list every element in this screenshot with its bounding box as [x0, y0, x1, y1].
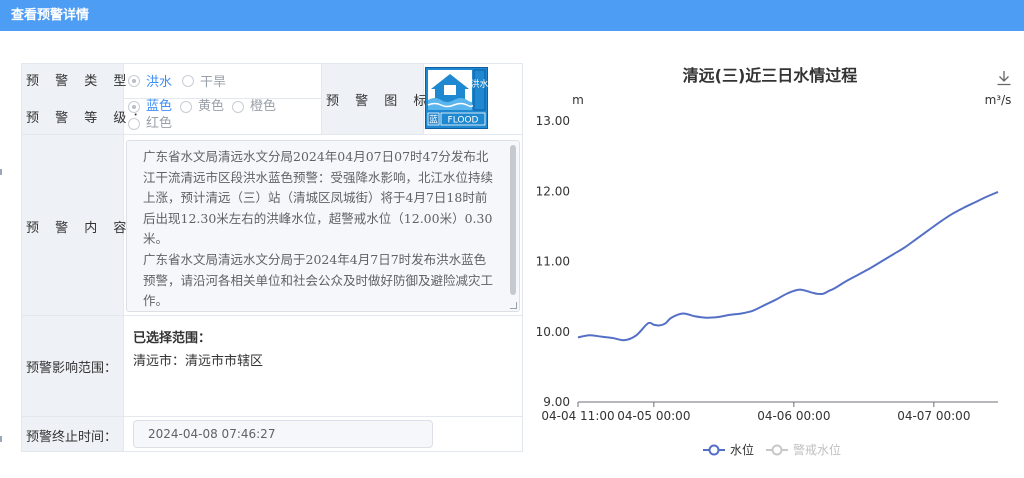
radio-icon	[232, 100, 245, 113]
radio-icon	[128, 117, 140, 130]
warning-content-textarea[interactable]: 广东省水文局清远水文分局2024年04月07日07时47分发布北江干流清远市区段…	[126, 140, 520, 312]
flood-warning-icon: 洪水 蓝 FLOOD	[425, 67, 489, 129]
row-divider	[22, 315, 522, 316]
scope-value: 清远市：清远市市辖区	[133, 354, 264, 369]
legend-label-water-level: 水位	[730, 442, 754, 457]
legend-marker-water-level	[708, 444, 720, 456]
type-option-label: 干旱	[200, 75, 227, 90]
scope-label: 预警影响范围：	[26, 361, 118, 376]
y-tick-label: 10.00	[536, 325, 570, 339]
x-tick-label: 04-06 00:00	[757, 409, 830, 423]
y-tick-label: 13.00	[536, 114, 570, 128]
radio-icon	[180, 100, 193, 113]
radio-icon	[182, 74, 195, 87]
row-divider	[22, 134, 522, 135]
end-time-input[interactable]: 2024-04-08 07:46:27	[133, 420, 433, 448]
level-option-label: 黄色	[198, 99, 225, 114]
window-title: 查看预警详情	[0, 0, 1024, 31]
y2-axis-unit-label: m³/s	[985, 93, 1012, 107]
icon-text-level: 蓝	[429, 114, 438, 126]
x-tick-label: 04-04 11:00	[541, 409, 614, 423]
level-radio-yellow[interactable]: 黄色	[180, 98, 224, 115]
edge-tick	[0, 436, 2, 442]
y-axis-unit-label: m	[572, 93, 584, 107]
radio-icon	[128, 100, 140, 113]
level-radio-blue[interactable]: 蓝色	[128, 98, 172, 115]
icon-text-flood-cn: 洪水	[470, 78, 488, 90]
type-option-label: 洪水	[146, 75, 173, 90]
series-line-water-level	[577, 191, 999, 342]
type-radio-drought[interactable]: 干旱	[182, 71, 226, 90]
level-radio-group: 蓝色 黄色 橙色 红色	[128, 98, 323, 132]
textarea-scrollbar[interactable]	[510, 145, 516, 295]
x-tick-label: 04-05 00:00	[617, 409, 690, 423]
radio-icon	[128, 74, 140, 87]
type-radio-group: 洪水 干旱	[128, 71, 236, 90]
level-option-label: 橙色	[250, 99, 277, 114]
y-tick-label: 12.00	[536, 184, 570, 198]
level-radio-orange[interactable]: 橙色	[232, 98, 276, 115]
chart-title: 清远(三)近三日水情过程	[682, 66, 858, 85]
x-tick-label: 04-07 00:00	[897, 409, 970, 423]
level-radio-red[interactable]: 红色	[128, 115, 172, 132]
resize-handle-icon[interactable]	[510, 302, 517, 309]
level-option-label: 红色	[146, 116, 173, 131]
icon-text-flood-en: FLOOD	[448, 116, 479, 126]
type-radio-flood[interactable]: 洪水	[128, 71, 172, 90]
y-tick-label: 11.00	[536, 255, 570, 269]
edge-tick	[0, 169, 2, 175]
download-icon[interactable]	[996, 70, 1012, 90]
end-time-label: 预警终止时间：	[26, 430, 118, 445]
legend-label-warning-level: 警戒水位	[793, 442, 841, 457]
warning-content-text: 广东省水文局清远水文分局2024年04月07日07时47分发布北江干流清远市区段…	[143, 149, 494, 309]
level-option-label: 蓝色	[146, 99, 173, 114]
row-divider	[22, 416, 522, 417]
legend-marker-warning-level	[771, 444, 783, 456]
scope-heading: 已选择范围：	[133, 331, 212, 346]
y-tick-label: 9.00	[543, 395, 570, 409]
